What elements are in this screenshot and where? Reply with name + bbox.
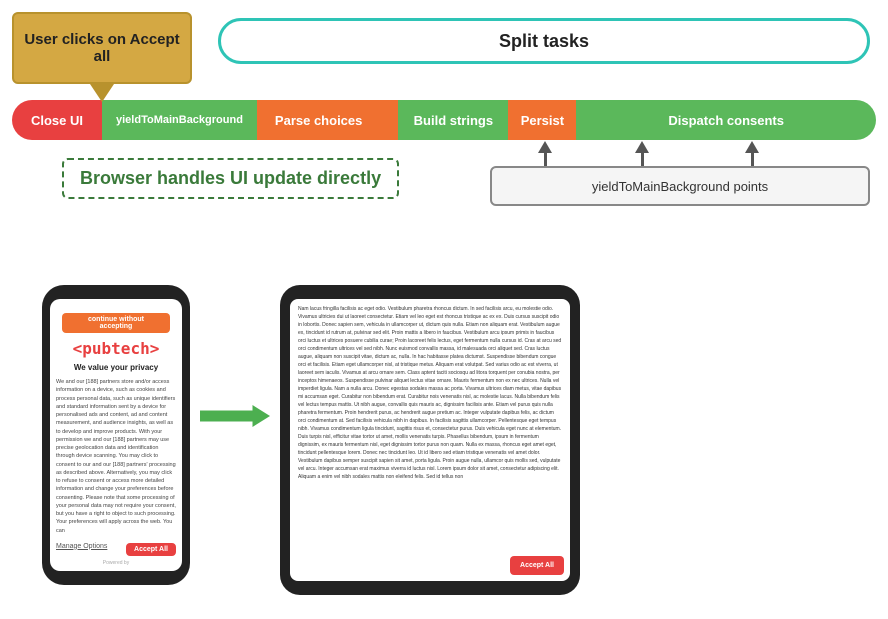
pipeline-row: Close UI yieldToMainBackground Parse cho…	[12, 100, 876, 140]
pipe-close-ui: Close UI	[12, 100, 102, 140]
arrow-between-body	[200, 405, 270, 427]
user-clicks-label: User clicks on Accept all	[14, 31, 190, 65]
phones-area: continue without accepting <pubtech> We …	[12, 285, 876, 615]
diagram-area: User clicks on Accept all Split tasks Cl…	[0, 0, 888, 290]
phone1-continue-btn: continue without accepting	[62, 313, 170, 333]
split-tasks-label: Split tasks	[499, 31, 589, 52]
pipe-build-strings: Build strings	[398, 100, 508, 140]
phone1: continue without accepting <pubtech> We …	[42, 285, 190, 585]
browser-handles-box: Browser handles UI update directly	[62, 158, 399, 199]
phone1-footer: Manage Options Accept All	[56, 543, 176, 556]
phone1-subtitle: We value your privacy	[74, 363, 158, 372]
phone1-body: We and our [188] partners store and/or a…	[56, 378, 176, 535]
arrow-down-from-user	[90, 84, 114, 102]
pipe-dispatch-consents: Dispatch consents	[576, 100, 876, 140]
split-tasks-pill: Split tasks	[218, 18, 870, 64]
phone1-accept-all-btn[interactable]: Accept All	[126, 543, 176, 556]
phone2-screen: Nam lacus fringilla facilisis ac eget od…	[290, 299, 570, 581]
pipe-persist: Persist	[508, 100, 576, 140]
phone2-lorem: Nam lacus fringilla facilisis ac eget od…	[298, 305, 562, 481]
phone1-screen: continue without accepting <pubtech> We …	[50, 299, 182, 571]
phone1-powered-by: Powered by	[103, 560, 129, 566]
pipe-yield-to-main: yieldToMainBackground	[102, 100, 257, 140]
phone1-brand: <pubtech>	[73, 339, 160, 359]
phone2-accept-all-overlay[interactable]: Accept All	[510, 556, 564, 575]
phone1-manage-options[interactable]: Manage Options	[56, 543, 107, 556]
yield-points-box: yieldToMainBackground points	[490, 166, 870, 206]
user-clicks-box: User clicks on Accept all	[12, 12, 192, 84]
pipe-connector-1	[380, 100, 398, 140]
arrow-between-phones	[200, 405, 270, 427]
phone2: Nam lacus fringilla facilisis ac eget od…	[280, 285, 580, 595]
pipe-parse-choices: Parse choices	[257, 100, 380, 140]
